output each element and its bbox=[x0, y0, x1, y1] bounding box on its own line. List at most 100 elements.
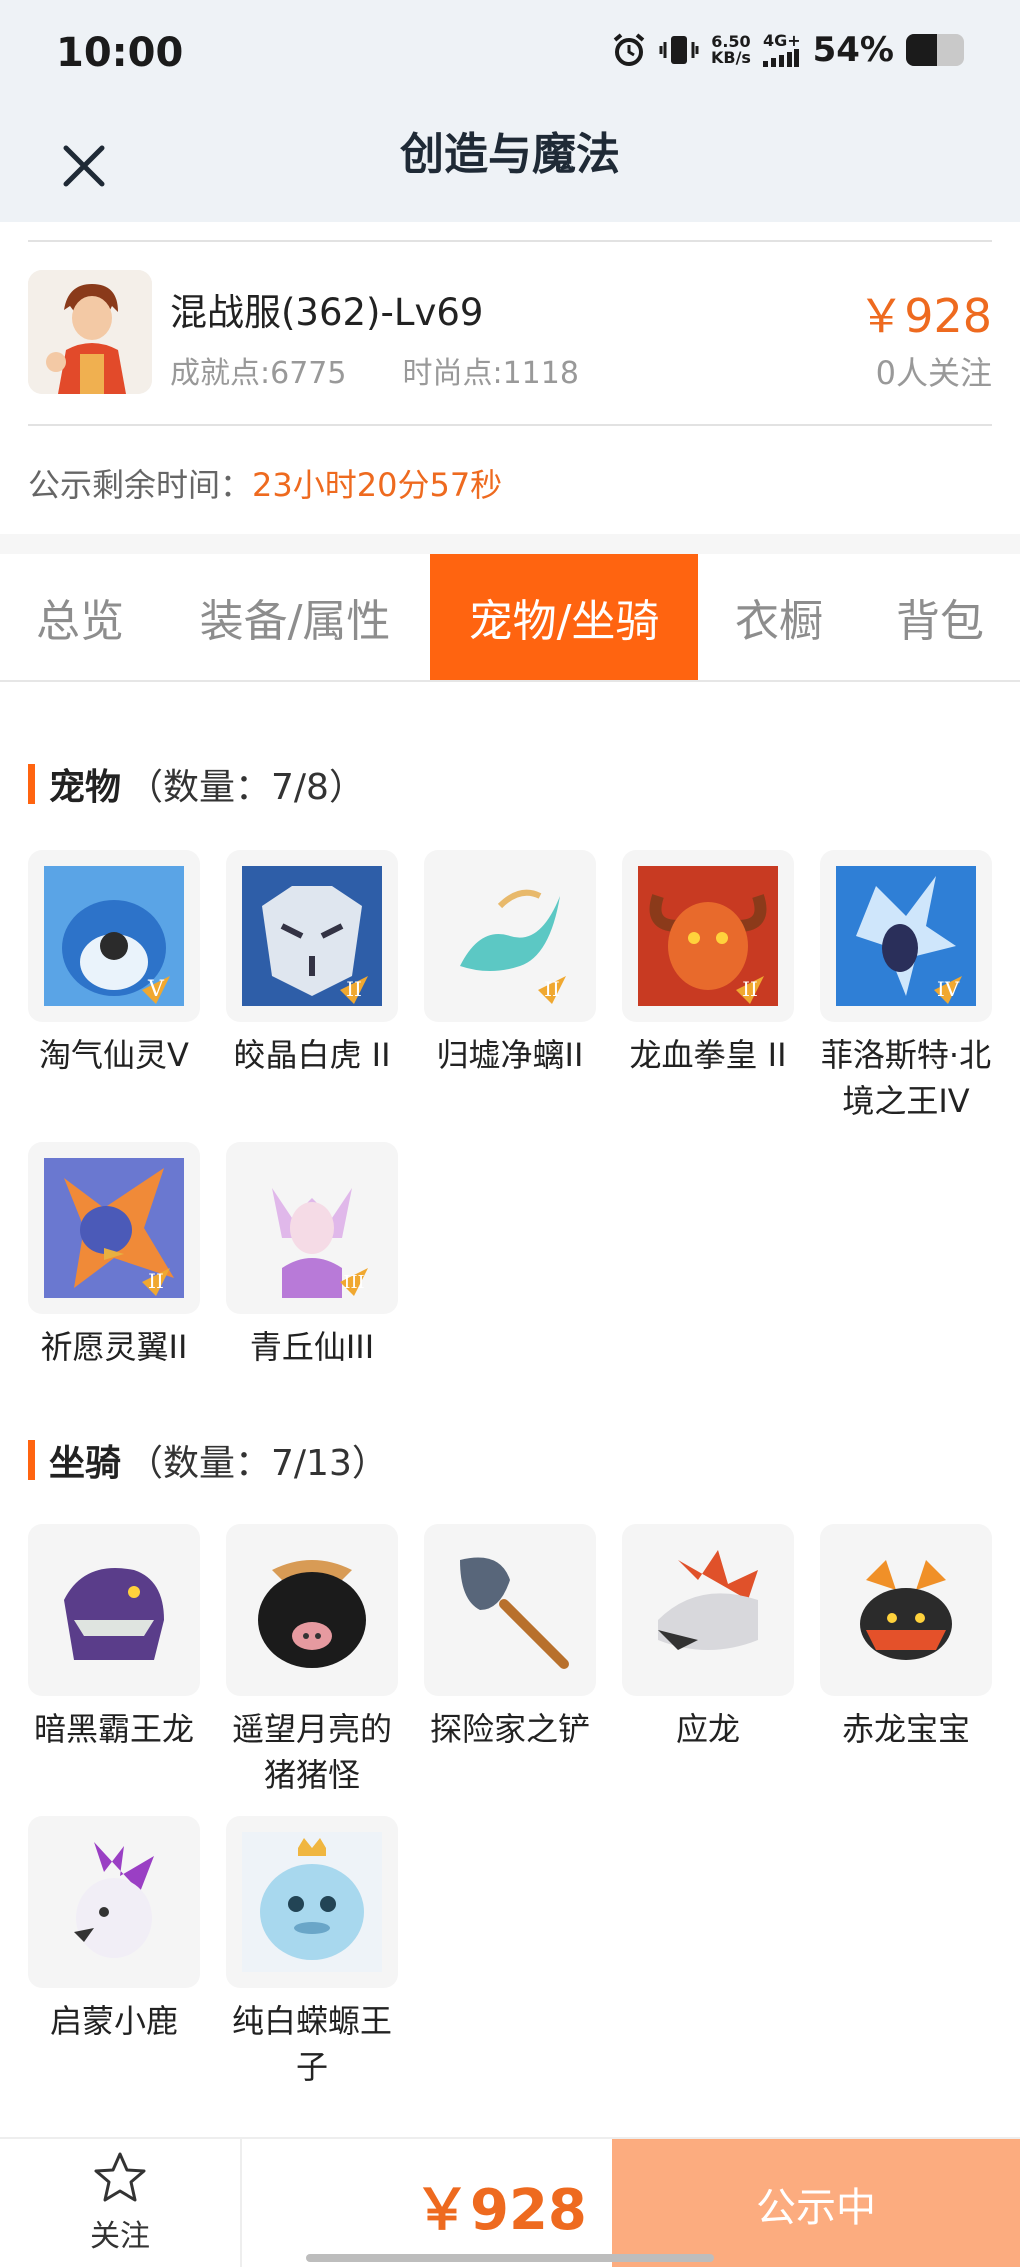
signal-icon bbox=[762, 49, 799, 67]
mounts-count: （数量：7/13） bbox=[127, 1443, 388, 1484]
pet-image-ice-king: IV bbox=[836, 866, 976, 1006]
mount-image-red-dragon-baby bbox=[836, 1540, 976, 1680]
account-name: 混战服(362)-Lv69 bbox=[170, 291, 484, 334]
mount-image-dark-trex bbox=[44, 1540, 184, 1680]
mount-item[interactable]: 遥望月亮的猪猪怪 bbox=[226, 1524, 398, 1798]
pet-item[interactable]: II 龙血拳皇 II bbox=[622, 850, 794, 1078]
follow-label: 关注 bbox=[90, 2219, 150, 2254]
pet-image-red-demon: II bbox=[638, 866, 778, 1006]
pet-item[interactable]: III 青丘仙III bbox=[226, 1142, 398, 1370]
pet-name: 龙血拳皇 II bbox=[629, 1036, 787, 1074]
pet-item[interactable]: V 淘气仙灵V bbox=[28, 850, 200, 1078]
mount-image-ying-dragon bbox=[638, 1540, 778, 1680]
account-summary[interactable]: 混战服(362)-Lv69 成就点:6775 时尚点:1118 ￥928 0人关注 bbox=[28, 268, 992, 398]
tab-bar: 总览 装备/属性 宠物/坐骑 衣橱 背包 bbox=[0, 554, 1020, 682]
mount-thumbnail bbox=[226, 1524, 398, 1696]
publicity-countdown: 公示剩余时间：23小时20分57秒 bbox=[28, 460, 502, 506]
pet-thumbnail: IV bbox=[820, 850, 992, 1022]
pet-thumbnail: II bbox=[424, 850, 596, 1022]
bottom-action-bar: 关注 ￥928 公示中 bbox=[0, 2137, 1020, 2267]
rank-badge: II bbox=[148, 1269, 164, 1293]
mount-thumbnail bbox=[226, 1816, 398, 1988]
mount-item[interactable]: 启蒙小鹿 bbox=[28, 1816, 200, 2044]
pet-name: 淘气仙灵V bbox=[39, 1036, 189, 1074]
signal: 4G+ bbox=[762, 31, 801, 67]
pet-thumbnail: II bbox=[226, 850, 398, 1022]
tab-wardrobe[interactable]: 衣橱 bbox=[698, 554, 860, 680]
pet-image-wing-bird: II bbox=[44, 1158, 184, 1298]
mount-name: 纯白蝾螈王子 bbox=[231, 2002, 392, 2086]
vibrate-icon bbox=[659, 36, 699, 64]
publicity-status-button[interactable]: 公示中 bbox=[612, 2139, 1020, 2267]
mount-name: 应龙 bbox=[675, 1710, 740, 1748]
mount-thumbnail bbox=[622, 1524, 794, 1696]
bottom-price: ￥928 bbox=[414, 2178, 587, 2243]
battery-icon bbox=[906, 34, 964, 66]
tab-pets-mounts[interactable]: 宠物/坐骑 bbox=[430, 554, 698, 680]
divider bbox=[28, 240, 992, 242]
battery-fill bbox=[906, 34, 938, 66]
mount-thumbnail bbox=[424, 1524, 596, 1696]
account-price: ￥928 bbox=[858, 289, 992, 343]
tab-equipment[interactable]: 装备/属性 bbox=[160, 554, 430, 680]
pet-image-jade-dragon: II bbox=[440, 866, 580, 1006]
pet-thumbnail: II bbox=[28, 1142, 200, 1314]
mount-name: 赤龙宝宝 bbox=[841, 1710, 970, 1748]
alarm-icon bbox=[613, 33, 645, 66]
mount-image-pig-monster bbox=[242, 1540, 382, 1680]
pet-image-white-tiger: II bbox=[242, 866, 382, 1006]
star-icon bbox=[94, 2152, 146, 2202]
mount-name: 遥望月亮的猪猪怪 bbox=[231, 1710, 392, 1794]
pets-title: 宠物 bbox=[49, 767, 122, 808]
mount-thumbnail bbox=[820, 1524, 992, 1696]
section-gap bbox=[0, 534, 1020, 554]
mount-name: 暗黑霸王龙 bbox=[33, 1710, 194, 1748]
pet-image-blue-creature: V bbox=[44, 866, 184, 1006]
status-time: 10:00 bbox=[56, 30, 184, 76]
status-icons: 6.50 KB/s 4G+ 54% bbox=[611, 30, 964, 70]
mount-item[interactable]: 赤龙宝宝 bbox=[820, 1524, 992, 1752]
fashion-points: 时尚点:1118 bbox=[402, 356, 579, 391]
rank-badge: III bbox=[343, 1272, 364, 1293]
mount-thumbnail bbox=[28, 1816, 200, 1988]
mount-item[interactable]: 暗黑霸王龙 bbox=[28, 1524, 200, 1752]
mount-item[interactable]: 纯白蝾螈王子 bbox=[226, 1816, 398, 2090]
mounts-title: 坐骑 bbox=[49, 1443, 122, 1484]
mount-image-enlightened-deer bbox=[44, 1832, 184, 1972]
pet-name: 祈愿灵翼II bbox=[40, 1328, 188, 1366]
pets-count: （数量：7/8） bbox=[127, 767, 365, 808]
rank-badge: II bbox=[742, 977, 758, 1001]
pet-name: 菲洛斯特·北境之王IV bbox=[820, 1036, 992, 1120]
mount-item[interactable]: 应龙 bbox=[622, 1524, 794, 1752]
pet-item[interactable]: II 皎晶白虎 II bbox=[226, 850, 398, 1078]
achievement-points: 成就点:6775 bbox=[170, 356, 347, 391]
pet-name: 青丘仙III bbox=[249, 1328, 375, 1366]
tab-overview[interactable]: 总览 bbox=[0, 554, 160, 680]
mount-image-white-salamander bbox=[242, 1832, 382, 1972]
avatar bbox=[28, 270, 152, 394]
pet-name: 皎晶白虎 II bbox=[233, 1036, 391, 1074]
countdown-value: 23小时20分57秒 bbox=[252, 466, 503, 504]
pet-name: 归墟净螭II bbox=[436, 1036, 584, 1074]
mount-image-shovel bbox=[440, 1540, 580, 1680]
status-bar: 10:00 6.50 KB/s 4G+ 54% bbox=[0, 0, 1020, 110]
rank-badge: II bbox=[346, 977, 362, 1001]
page-title: 创造与魔法 bbox=[400, 129, 620, 180]
pet-thumbnail: II bbox=[622, 850, 794, 1022]
battery-percent: 54% bbox=[812, 30, 894, 70]
mount-item[interactable]: 探险家之铲 bbox=[424, 1524, 596, 1752]
section-accent-bar bbox=[28, 1440, 35, 1480]
pet-item[interactable]: II 归墟净螭II bbox=[424, 850, 596, 1078]
divider bbox=[28, 424, 992, 426]
home-indicator[interactable] bbox=[306, 2254, 714, 2262]
pet-thumbnail: V bbox=[28, 850, 200, 1022]
follow-button[interactable]: 关注 bbox=[0, 2139, 242, 2267]
network-type: 4G+ bbox=[762, 31, 801, 50]
tab-backpack[interactable]: 背包 bbox=[860, 554, 1020, 680]
pet-item[interactable]: II 祈愿灵翼II bbox=[28, 1142, 200, 1370]
pet-item[interactable]: IV 菲洛斯特·北境之王IV bbox=[820, 850, 992, 1124]
mount-name: 探险家之铲 bbox=[429, 1710, 590, 1748]
pets-section-title: 宠物 （数量：7/8） bbox=[28, 758, 365, 810]
rank-badge: II bbox=[544, 977, 560, 1001]
pet-thumbnail: III bbox=[226, 1142, 398, 1314]
